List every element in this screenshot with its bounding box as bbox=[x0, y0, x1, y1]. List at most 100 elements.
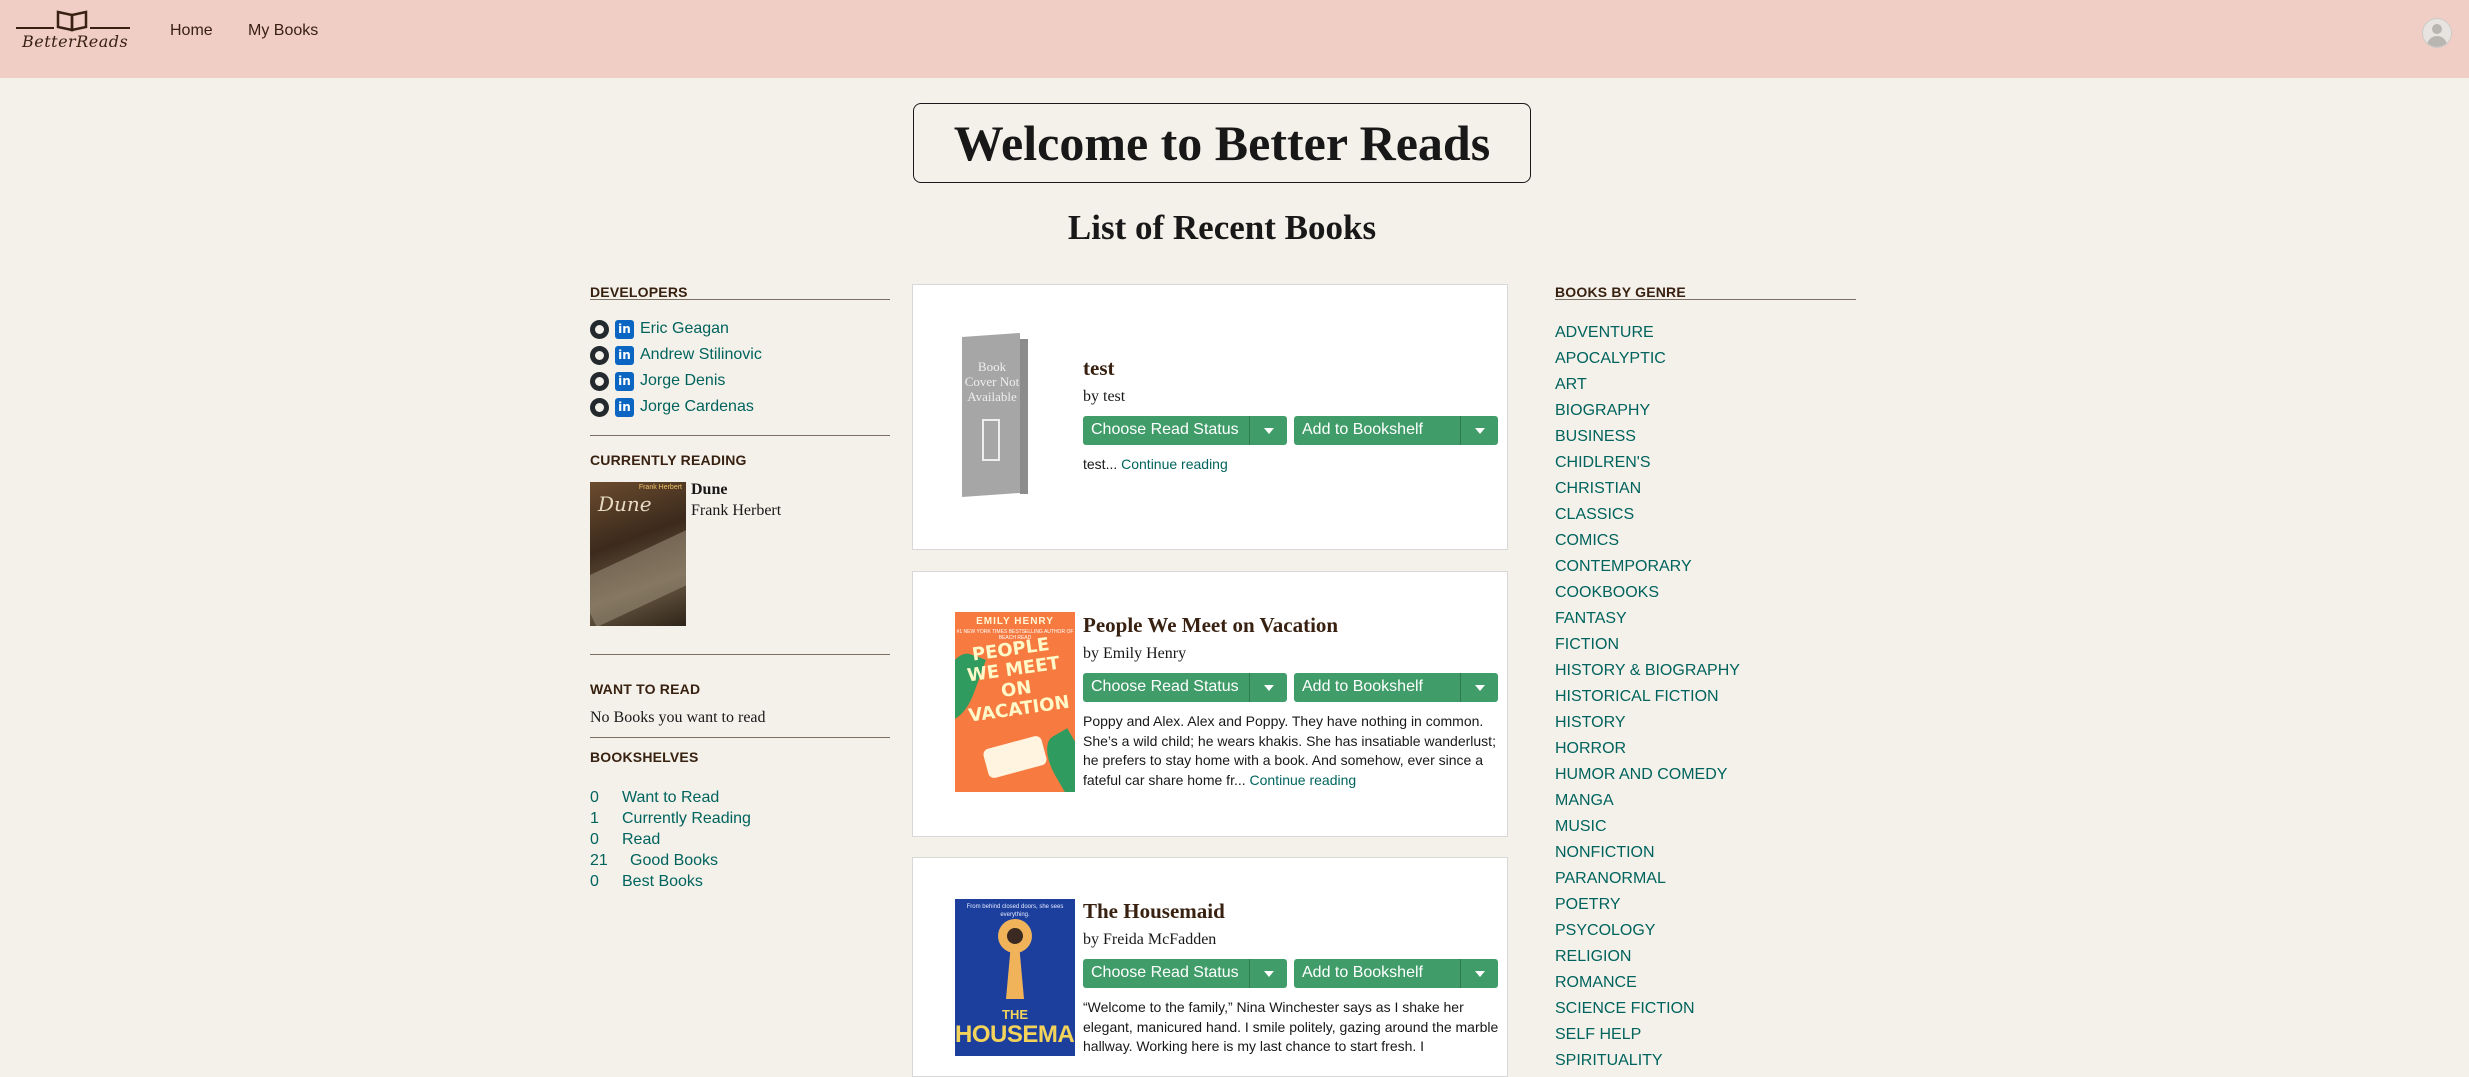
genre-link[interactable]: COMICS bbox=[1555, 532, 1619, 550]
bookshelf-label[interactable]: Currently Reading bbox=[622, 810, 751, 827]
developer-link[interactable]: Jorge Cardenas bbox=[640, 398, 754, 416]
developer-link[interactable]: Eric Geagan bbox=[640, 320, 729, 338]
bookshelf-count: 21 bbox=[590, 852, 608, 869]
book-author: by Emily Henry bbox=[1083, 645, 1187, 662]
people-we-meet-on-vacation-cover-image[interactable]: EMILY HENRY #1 NEW YORK TIMES BESTSELLIN… bbox=[955, 612, 1075, 792]
add-to-bookshelf-button[interactable]: Add to Bookshelf bbox=[1294, 416, 1498, 445]
continue-reading-link[interactable]: Continue reading bbox=[1121, 456, 1228, 472]
genre-link[interactable]: SCIENCE FICTION bbox=[1555, 1000, 1695, 1018]
currently-reading-title[interactable]: Dune bbox=[691, 481, 727, 499]
genre-link[interactable]: HISTORICAL FICTION bbox=[1555, 688, 1719, 706]
github-icon[interactable] bbox=[590, 397, 609, 417]
github-icon[interactable] bbox=[590, 371, 609, 391]
genre-link[interactable]: CHIDLREN'S bbox=[1555, 454, 1651, 472]
developer-row: in Andrew Stilinovic bbox=[590, 344, 762, 366]
choose-read-status-button[interactable]: Choose Read Status bbox=[1083, 416, 1287, 445]
bookshelf-label[interactable]: Best Books bbox=[622, 873, 703, 890]
bookshelf-label[interactable]: Good Books bbox=[630, 852, 718, 869]
genre-link[interactable]: CONTEMPORARY bbox=[1555, 558, 1692, 576]
genre-link[interactable]: SELF HELP bbox=[1555, 1026, 1641, 1044]
linkedin-icon[interactable]: in bbox=[615, 371, 634, 391]
genre-link[interactable]: MANGA bbox=[1555, 792, 1614, 810]
nav-my-books-link[interactable]: My Books bbox=[248, 22, 318, 40]
book-description: Poppy and Alex. Alex and Poppy. They hav… bbox=[1083, 712, 1499, 790]
page-title: List of Recent Books bbox=[1067, 208, 1377, 247]
the-housemaid-cover-image[interactable]: From behind closed doors, she sees every… bbox=[955, 899, 1075, 1056]
brand-name: BetterReads bbox=[22, 32, 129, 51]
github-icon[interactable] bbox=[590, 319, 609, 339]
linkedin-icon[interactable]: in bbox=[615, 345, 634, 365]
bookshelf-item[interactable]: 0 Best Books bbox=[590, 873, 703, 891]
genre-link[interactable]: HISTORY & BIOGRAPHY bbox=[1555, 662, 1740, 680]
linkedin-icon[interactable]: in bbox=[615, 319, 634, 339]
genre-link[interactable]: ART bbox=[1555, 376, 1587, 394]
genre-link[interactable]: BIOGRAPHY bbox=[1555, 402, 1650, 420]
cover-the: THE bbox=[1002, 1007, 1028, 1022]
read-status-label: Choose Read Status bbox=[1091, 421, 1239, 438]
want-to-read-empty: No Books you want to read bbox=[590, 709, 766, 726]
dropdown-caret-icon[interactable] bbox=[1460, 673, 1499, 702]
dropdown-caret-icon[interactable] bbox=[1249, 416, 1288, 445]
description-text: “Welcome to the family,” Nina Winchester… bbox=[1083, 999, 1499, 1054]
developer-link[interactable]: Jorge Denis bbox=[640, 372, 725, 390]
genre-link[interactable]: PARANORMAL bbox=[1555, 870, 1666, 888]
linkedin-icon[interactable]: in bbox=[615, 397, 634, 417]
dropdown-caret-icon[interactable] bbox=[1249, 673, 1288, 702]
genre-link[interactable]: POETRY bbox=[1555, 896, 1621, 914]
dropdown-caret-icon[interactable] bbox=[1249, 959, 1288, 988]
bookshelf-count: 0 bbox=[590, 789, 599, 806]
genre-link[interactable]: FICTION bbox=[1555, 636, 1619, 654]
genre-link[interactable]: HORROR bbox=[1555, 740, 1626, 758]
choose-read-status-button[interactable]: Choose Read Status bbox=[1083, 959, 1287, 988]
genre-link[interactable]: HUMOR AND COMEDY bbox=[1555, 766, 1727, 784]
github-icon[interactable] bbox=[590, 345, 609, 365]
book-title[interactable]: test bbox=[1083, 356, 1114, 381]
betterreads-logo[interactable]: BetterReads bbox=[14, 6, 132, 54]
genre-link[interactable]: MUSIC bbox=[1555, 818, 1607, 836]
genre-link[interactable]: FANTASY bbox=[1555, 610, 1627, 628]
genre-link[interactable]: HISTORY bbox=[1555, 714, 1626, 732]
genre-link[interactable]: CHRISTIAN bbox=[1555, 480, 1641, 498]
dropdown-caret-icon[interactable] bbox=[1460, 959, 1499, 988]
divider bbox=[590, 435, 890, 436]
bookshelf-label[interactable]: Want to Read bbox=[622, 789, 719, 806]
genre-link[interactable]: APOCALYPTIC bbox=[1555, 350, 1666, 368]
developer-link[interactable]: Andrew Stilinovic bbox=[640, 346, 762, 364]
bookshelf-item[interactable]: 1 Currently Reading bbox=[590, 810, 751, 828]
bookshelf-item[interactable]: 0 Read bbox=[590, 831, 660, 849]
bookshelf-item[interactable]: 0 Want to Read bbox=[590, 789, 719, 807]
bookshelf-label[interactable]: Read bbox=[622, 831, 660, 848]
genres-heading: BOOKS BY GENRE bbox=[1555, 284, 1686, 300]
nav-home-link[interactable]: Home bbox=[170, 22, 213, 40]
genre-link[interactable]: COOKBOOKS bbox=[1555, 584, 1659, 602]
book-title[interactable]: The Housemaid bbox=[1083, 899, 1225, 924]
divider bbox=[1555, 299, 1856, 300]
genre-link[interactable]: PSYCOLOGY bbox=[1555, 922, 1655, 940]
read-status-label: Choose Read Status bbox=[1091, 964, 1239, 981]
genre-link[interactable]: SPIRITUALITY bbox=[1555, 1052, 1663, 1070]
genre-link[interactable]: BUSINESS bbox=[1555, 428, 1636, 446]
bookshelf-count: 1 bbox=[590, 810, 599, 827]
divider bbox=[590, 654, 890, 655]
genre-link[interactable]: NONFICTION bbox=[1555, 844, 1655, 862]
cover-not-available-image[interactable]: Book Cover Not Available bbox=[962, 332, 1028, 503]
dune-cover-image[interactable]: Dune Frank Herbert bbox=[590, 482, 686, 626]
choose-read-status-button[interactable]: Choose Read Status bbox=[1083, 673, 1287, 702]
book-title[interactable]: People We Meet on Vacation bbox=[1083, 613, 1338, 638]
developer-row: in Eric Geagan bbox=[590, 318, 729, 340]
genre-link[interactable]: RELIGION bbox=[1555, 948, 1631, 966]
user-avatar-icon[interactable] bbox=[2422, 18, 2452, 48]
genre-link[interactable]: ADVENTURE bbox=[1555, 324, 1654, 342]
bookshelf-item[interactable]: 21 Good Books bbox=[590, 852, 718, 870]
add-to-bookshelf-button[interactable]: Add to Bookshelf bbox=[1294, 959, 1498, 988]
continue-reading-link[interactable]: Continue reading bbox=[1250, 772, 1357, 788]
genre-link[interactable]: ROMANCE bbox=[1555, 974, 1637, 992]
dropdown-caret-icon[interactable] bbox=[1460, 416, 1499, 445]
want-to-read-heading: WANT TO READ bbox=[590, 681, 701, 697]
divider bbox=[590, 737, 890, 738]
genre-link[interactable]: CLASSICS bbox=[1555, 506, 1634, 524]
add-to-bookshelf-button[interactable]: Add to Bookshelf bbox=[1294, 673, 1498, 702]
welcome-banner: Welcome to Better Reads bbox=[913, 103, 1531, 183]
cover-placeholder-text: Book Cover Not Available bbox=[964, 359, 1020, 404]
top-navbar: BetterReads Home My Books bbox=[0, 0, 2469, 78]
